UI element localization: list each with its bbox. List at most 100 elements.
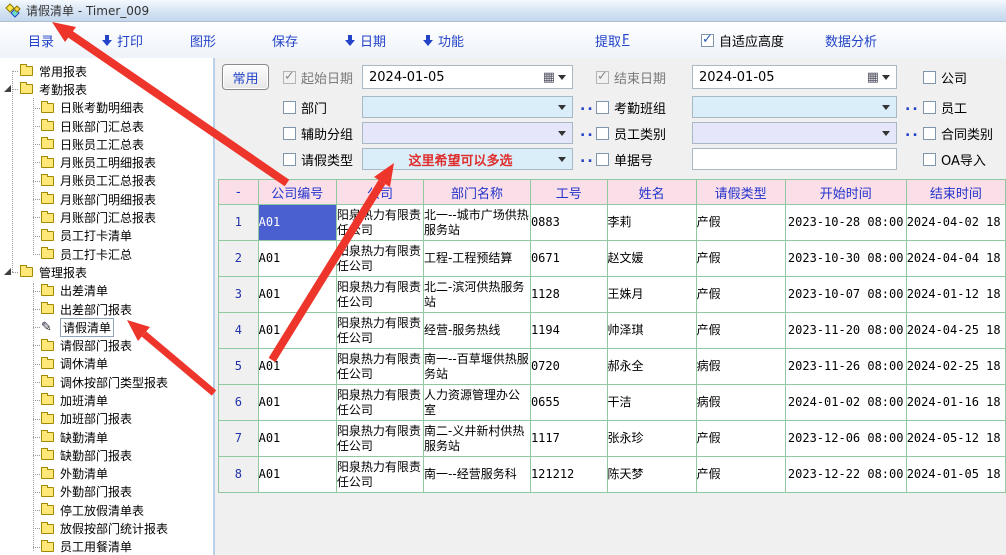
- cell-start[interactable]: 2023-11-26 08:00: [785, 349, 906, 385]
- cell-name[interactable]: 赵文媛: [607, 241, 696, 277]
- cell-company[interactable]: 阳泉热力有限责任公司: [336, 205, 423, 241]
- column-header[interactable]: 开始时间: [785, 180, 906, 205]
- employee-checkbox[interactable]: [923, 101, 936, 114]
- sidebar-item[interactable]: 月账部门汇总报表: [0, 208, 213, 226]
- cell-company[interactable]: 阳泉热力有限责任公司: [336, 421, 423, 457]
- cell-emp-no[interactable]: 0671: [530, 241, 607, 277]
- cell-start[interactable]: 2024-01-02 08:00: [785, 385, 906, 421]
- cell-start[interactable]: 2023-11-20 08:00: [785, 313, 906, 349]
- sidebar-item[interactable]: 缺勤清单: [0, 428, 213, 446]
- cell-name[interactable]: 干洁: [607, 385, 696, 421]
- cell-name[interactable]: 李莉: [607, 205, 696, 241]
- expander-icon[interactable]: [4, 85, 11, 92]
- cell-leave-type[interactable]: 病假: [696, 385, 785, 421]
- column-header[interactable]: -: [219, 180, 259, 205]
- doc-no-checkbox[interactable]: [596, 153, 609, 166]
- cell-company-code[interactable]: A01: [258, 349, 336, 385]
- menu-analysis[interactable]: 数据分析: [825, 31, 877, 50]
- cell-name[interactable]: 陈天梦: [607, 457, 696, 493]
- leave-type-select[interactable]: 这里希望可以多选: [362, 148, 573, 170]
- column-header[interactable]: 工号: [530, 180, 607, 205]
- column-header[interactable]: 公司编号: [258, 180, 336, 205]
- cell-name[interactable]: 帅泽琪: [607, 313, 696, 349]
- column-header[interactable]: 结束时间: [906, 180, 1005, 205]
- menu-graphic[interactable]: 图形: [190, 31, 216, 50]
- cell-department[interactable]: 人力资源管理办公室: [424, 385, 531, 421]
- cell-company[interactable]: 阳泉热力有限责任公司: [336, 277, 423, 313]
- menu-extract[interactable]: 提取F: [595, 31, 630, 50]
- cell-company-code[interactable]: A01: [258, 457, 336, 493]
- column-header[interactable]: 请假类型: [696, 180, 785, 205]
- cell-end[interactable]: 2024-04-04 18: [906, 241, 1005, 277]
- end-date-checkbox[interactable]: [596, 71, 609, 84]
- sidebar-item[interactable]: 外勤清单: [0, 465, 213, 483]
- department-checkbox[interactable]: [283, 101, 296, 114]
- cell-end[interactable]: 2024-04-02 18: [906, 205, 1005, 241]
- employee-type-range-button[interactable]: ..: [905, 124, 920, 140]
- row-number-cell[interactable]: 1: [219, 205, 259, 241]
- sidebar-item[interactable]: 考勤报表: [0, 80, 213, 98]
- row-number-cell[interactable]: 4: [219, 313, 259, 349]
- sidebar-item[interactable]: 加班清单: [0, 391, 213, 409]
- cell-leave-type[interactable]: 产假: [696, 277, 785, 313]
- sidebar-item[interactable]: 请假部门报表: [0, 336, 213, 354]
- cell-department[interactable]: 经营-服务热线: [424, 313, 531, 349]
- cell-leave-type[interactable]: 产假: [696, 241, 785, 277]
- department-range-button[interactable]: ..: [580, 98, 595, 114]
- cell-department[interactable]: 北二-滨河供热服务站: [424, 277, 531, 313]
- cell-name[interactable]: 王姝月: [607, 277, 696, 313]
- employee-type-checkbox[interactable]: [596, 127, 609, 140]
- sidebar-item[interactable]: 日账员工汇总表: [0, 135, 213, 153]
- cell-company-code[interactable]: A01: [258, 421, 336, 457]
- cell-emp-no[interactable]: 0655: [530, 385, 607, 421]
- cell-company[interactable]: 阳泉热力有限责任公司: [336, 313, 423, 349]
- common-button[interactable]: 常用: [222, 64, 269, 90]
- sidebar-item[interactable]: 员工打卡汇总: [0, 245, 213, 263]
- contract-type-checkbox[interactable]: [923, 127, 936, 140]
- end-date-input[interactable]: 2024-01-05 ▦: [692, 65, 897, 89]
- cell-start[interactable]: 2023-12-06 08:00: [785, 421, 906, 457]
- menu-catalog[interactable]: 目录: [28, 31, 54, 50]
- cell-start[interactable]: 2023-10-07 08:00: [785, 277, 906, 313]
- menu-date[interactable]: 日期: [345, 31, 386, 50]
- sidebar-item[interactable]: 月账员工明细报表: [0, 153, 213, 171]
- sidebar-item[interactable]: 出差部门报表: [0, 300, 213, 318]
- doc-no-input[interactable]: [692, 148, 897, 170]
- cell-department[interactable]: 北一--城市广场供热服务站: [424, 205, 531, 241]
- start-date-checkbox[interactable]: [283, 71, 296, 84]
- row-number-cell[interactable]: 3: [219, 277, 259, 313]
- sidebar-item[interactable]: 月账员工汇总报表: [0, 172, 213, 190]
- aux-group-checkbox[interactable]: [283, 127, 296, 140]
- cell-department[interactable]: 工程-工程预结算: [424, 241, 531, 277]
- cell-leave-type[interactable]: 产假: [696, 313, 785, 349]
- menu-print[interactable]: 打印: [102, 31, 143, 50]
- menu-save[interactable]: 保存: [272, 31, 298, 50]
- row-number-cell[interactable]: 7: [219, 421, 259, 457]
- column-header[interactable]: 公司: [336, 180, 423, 205]
- sidebar-item[interactable]: 加班部门报表: [0, 410, 213, 428]
- cell-start[interactable]: 2023-10-28 08:00: [785, 205, 906, 241]
- sidebar-item[interactable]: 调休按部门类型报表: [0, 373, 213, 391]
- cell-company-code[interactable]: A01: [258, 205, 336, 241]
- sidebar-item[interactable]: 月账部门明细报表: [0, 190, 213, 208]
- sidebar-item[interactable]: 员工用餐清单: [0, 538, 213, 555]
- row-number-cell[interactable]: 5: [219, 349, 259, 385]
- cell-company[interactable]: 阳泉热力有限责任公司: [336, 457, 423, 493]
- cell-leave-type[interactable]: 产假: [696, 457, 785, 493]
- sidebar-item[interactable]: 员工打卡清单: [0, 227, 213, 245]
- cell-department[interactable]: 南一--经营服务科: [424, 457, 531, 493]
- row-number-cell[interactable]: 6: [219, 385, 259, 421]
- cell-end[interactable]: 2024-01-12 18: [906, 277, 1005, 313]
- cell-end[interactable]: 2024-01-16 18: [906, 385, 1005, 421]
- cell-emp-no[interactable]: 121212: [530, 457, 607, 493]
- column-header[interactable]: 部门名称: [424, 180, 531, 205]
- employee-type-select[interactable]: [692, 122, 897, 144]
- cell-company-code[interactable]: A01: [258, 241, 336, 277]
- leave-type-checkbox[interactable]: [283, 153, 296, 166]
- cell-leave-type[interactable]: 产假: [696, 205, 785, 241]
- sidebar-item[interactable]: 日账考勤明细表: [0, 99, 213, 117]
- sidebar-item[interactable]: 日账部门汇总表: [0, 117, 213, 135]
- cell-emp-no[interactable]: 0720: [530, 349, 607, 385]
- attendance-group-range-button[interactable]: ..: [905, 98, 920, 114]
- sidebar-item[interactable]: 放假按部门统计报表: [0, 519, 213, 537]
